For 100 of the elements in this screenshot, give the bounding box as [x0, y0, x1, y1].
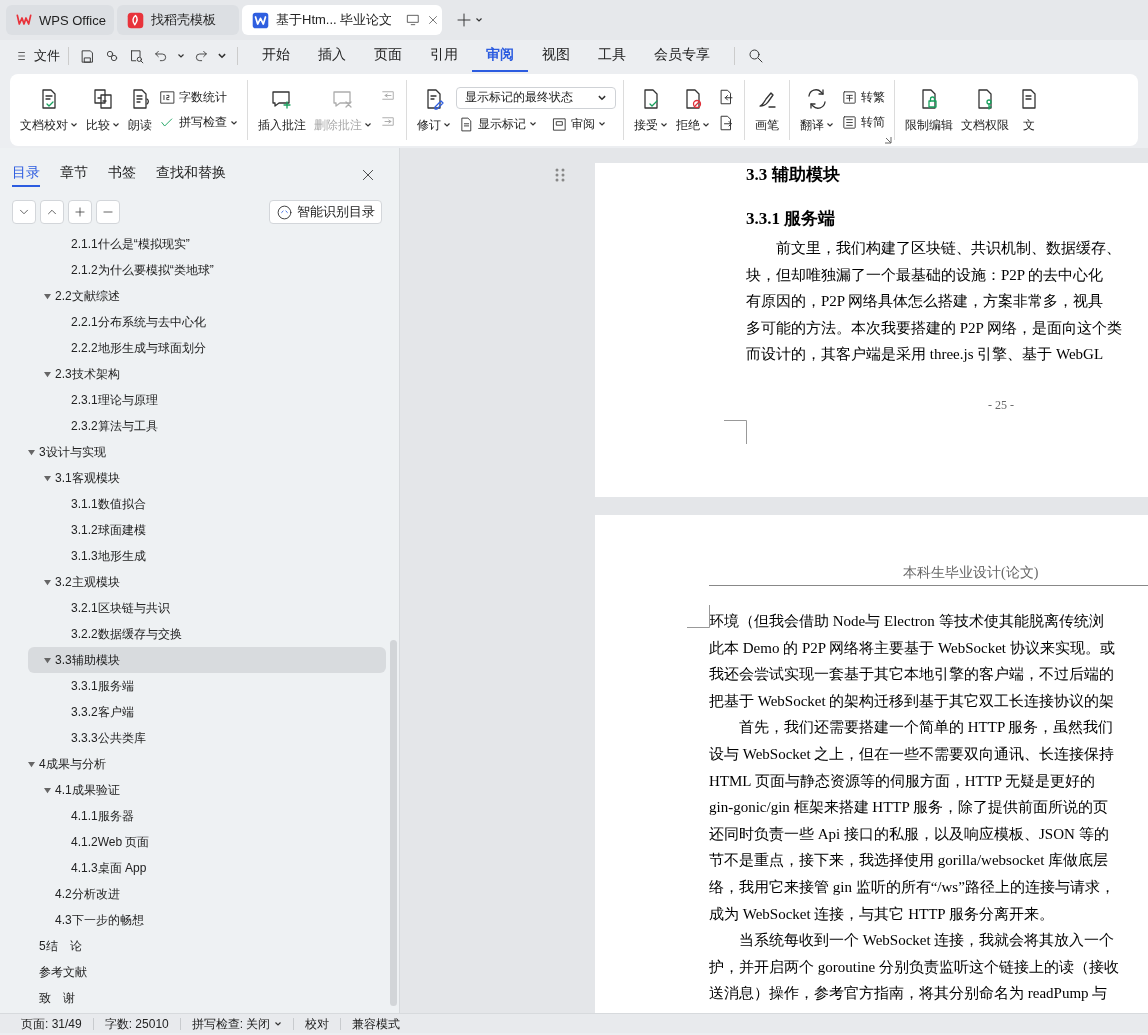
redo-icon [193, 48, 209, 64]
page-number: - 25 - [988, 397, 1014, 412]
outline-item[interactable]: 2.3.2算法与工具 [28, 413, 386, 439]
document-tab[interactable]: 找稻壳模板 [117, 5, 239, 35]
outline-item[interactable]: 2.3技术架构 [28, 361, 386, 387]
template-store-icon [127, 11, 144, 29]
ribbon-button[interactable]: 拒绝 [673, 84, 713, 136]
ribbon-button[interactable]: 转繁 [839, 88, 887, 107]
outline-item[interactable]: 参考文献 [28, 959, 386, 985]
expanded-triangle-icon[interactable] [44, 786, 51, 794]
outline-item[interactable]: 2.2.2地形生成与球面划分 [28, 335, 386, 361]
ribbon-button[interactable]: 文 [1014, 84, 1044, 136]
outline-item[interactable]: 3.3.3公共类库 [28, 725, 386, 751]
outline-item[interactable]: 3.1.3地形生成 [28, 543, 386, 569]
ribbon-tab[interactable]: 会员专享 [640, 40, 724, 72]
ribbon-button[interactable]: 画笔 [752, 84, 782, 136]
outline-item[interactable]: 2.2文献综述 [28, 283, 386, 309]
outline-item[interactable]: 4.1.1服务器 [28, 803, 386, 829]
document-tab[interactable]: WPS Office [6, 5, 114, 35]
expanded-triangle-icon[interactable] [44, 656, 51, 664]
outline-item[interactable]: 5结 论 [28, 933, 386, 959]
caret-icon [475, 16, 483, 24]
outline-item[interactable]: 3.3.2客户端 [28, 699, 386, 725]
ribbon-button[interactable]: 文档校对 [17, 84, 81, 136]
ribbon-tab[interactable]: 开始 [248, 40, 304, 72]
smart-toc-button[interactable]: 智能识别目录 [269, 200, 382, 224]
outline-item[interactable]: 4成果与分析 [28, 751, 386, 777]
expanded-triangle-icon[interactable] [44, 474, 51, 482]
expanded-triangle-icon[interactable] [28, 448, 35, 456]
logo-icon [16, 12, 32, 28]
expanded-triangle-icon[interactable] [44, 370, 51, 378]
outline-item[interactable]: 3.2主观模块 [28, 569, 386, 595]
sidebar-tab[interactable]: 查找和替换 [156, 163, 226, 187]
sidebar-tab[interactable]: 目录 [12, 163, 40, 187]
ribbon-button[interactable]: 限制编辑 [902, 84, 956, 136]
ribbon-button[interactable]: 朗读 [125, 84, 155, 136]
status-item[interactable]: 拼写检查: 关闭 [180, 1017, 295, 1030]
text-line: 我还会尝试实现一套基于其它本地引擎的客户端，不过后端的 [709, 665, 1114, 685]
outline-item[interactable]: 4.1.2Web 页面 [28, 829, 386, 855]
ribbon-button[interactable]: 文档权限 [958, 84, 1012, 136]
outline-item[interactable]: 4.1.3桌面 App [28, 855, 386, 881]
ribbon-tab[interactable]: 页面 [360, 40, 416, 72]
ribbon-tab[interactable]: 视图 [528, 40, 584, 72]
outline-item[interactable]: 4.3下一步的畅想 [28, 907, 386, 933]
expanded-triangle-icon[interactable] [28, 760, 35, 768]
print-preview-icon [128, 47, 145, 65]
scrollbar-thumb[interactable] [390, 640, 397, 1006]
outline-item[interactable]: 2.3.1理论与原理 [28, 387, 386, 413]
status-item[interactable]: 页面: 31/49 [10, 1017, 94, 1030]
file-menu[interactable]: 文件 [14, 47, 68, 65]
expanded-triangle-icon[interactable] [44, 292, 51, 300]
drag-handle-icon[interactable] [555, 168, 565, 182]
outline-item[interactable]: 3.1客观模块 [28, 465, 386, 491]
ribbon-button[interactable]: 转简 [839, 113, 887, 132]
outline-item[interactable]: 3.3.1服务端 [28, 673, 386, 699]
ribbon-button[interactable]: 拼写检查 [157, 113, 240, 132]
ribbon-button[interactable]: 修订 [414, 84, 454, 136]
status-item[interactable]: 兼容模式 [341, 1017, 412, 1030]
text-line: HTML 页面与静态资源等的伺服方面，HTTP 无疑是更好的 [709, 771, 1096, 791]
expanded-triangle-icon[interactable] [44, 578, 51, 586]
sidebar-tab[interactable]: 书签 [108, 163, 136, 187]
caret-icon [702, 121, 710, 129]
outline-item[interactable]: 致 谢 [28, 985, 386, 1011]
outline-item[interactable]: 2.2.1分布系统与去中心化 [28, 309, 386, 335]
caret-icon [112, 121, 120, 129]
dialog-launcher-icon[interactable] [884, 136, 892, 144]
ribbon-tab[interactable]: 插入 [304, 40, 360, 72]
text-line: 此本 Demo 的 P2P 网络将主要基于 WebSocket 协议来实现。或 [709, 638, 1115, 658]
markup-dropdown[interactable]: 显示标记的最终状态 [456, 86, 616, 109]
text-line: 多可能的方法。本次我要搭建的 P2P 网络，是面向这个类 [746, 318, 1123, 338]
outline-item[interactable]: 3.1.1数值拟合 [28, 491, 386, 517]
ribbon-tab[interactable]: 引用 [416, 40, 472, 72]
ribbon-tab[interactable]: 工具 [584, 40, 640, 72]
ribbon-button[interactable]: 显示标记 [456, 114, 539, 134]
document-tab[interactable]: 基于Htm... 毕业论文 [242, 5, 442, 35]
outline-item[interactable]: 2.1.1什么是“模拟现实” [28, 231, 386, 257]
ribbon-button[interactable]: 字数统计 [157, 88, 240, 107]
outline-item[interactable]: 3设计与实现 [28, 439, 386, 465]
caret-icon [274, 1019, 283, 1028]
sidebar-tab[interactable]: 章节 [60, 163, 88, 187]
caret-icon [660, 121, 668, 129]
outline-item[interactable]: 3.3辅助模块 [28, 647, 386, 673]
ribbon-button[interactable]: 插入批注 [255, 84, 309, 136]
text-line: 送消息）操作，参考官方指南，将其分别命名为 readPump 与 [709, 984, 1108, 1004]
page-header: 本科生毕业设计(论文) [903, 565, 1039, 580]
outline-item[interactable]: 4.1成果验证 [28, 777, 386, 803]
outline-item[interactable]: 2.1.2为什么要模拟“类地球” [28, 257, 386, 283]
status-item[interactable]: 字数: 25010 [93, 1017, 181, 1030]
ribbon-button[interactable]: 接受 [631, 84, 671, 136]
caret-icon [529, 120, 537, 128]
outline-item[interactable]: 3.2.1区块链与共识 [28, 595, 386, 621]
status-item[interactable]: 校对 [294, 1017, 342, 1030]
ribbon-tab[interactable]: 审阅 [472, 40, 528, 72]
outline-item[interactable]: 3.1.2球面建模 [28, 517, 386, 543]
ribbon-button[interactable]: 审阅 [549, 114, 608, 134]
ribbon-button[interactable]: 比较 [83, 84, 123, 136]
word-count-icon [159, 89, 176, 106]
outline-item[interactable]: 3.2.2数据缓存与交换 [28, 621, 386, 647]
outline-item[interactable]: 4.2分析改进 [28, 881, 386, 907]
ribbon-button[interactable]: 翻译 [797, 84, 837, 136]
